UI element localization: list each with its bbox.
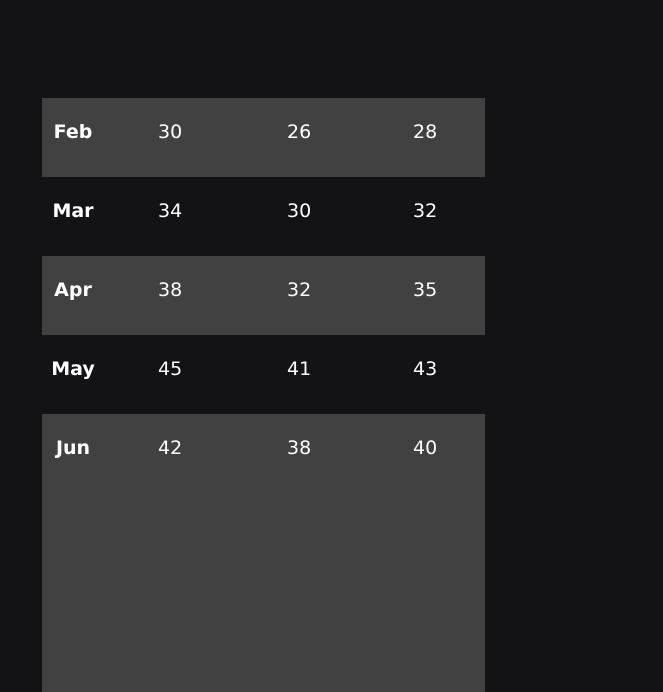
value-cell: 30 [287,200,312,222]
month-label: Jun [55,437,91,459]
value-cell: 42 [158,437,183,459]
table-row: May 45 41 43 [42,335,485,414]
value-cell: 35 [413,279,438,301]
month-label: Mar [52,200,94,222]
value-cell: 45 [158,358,183,380]
value-cell: 32 [413,200,438,222]
value-cell: 43 [413,358,438,380]
table-row: Apr 38 32 35 [42,256,485,335]
table-row: Jun 42 38 40 [42,414,485,692]
value-cell: 28 [413,121,438,143]
table-row: Mar 34 30 32 [42,177,485,256]
page: Feb 30 26 28 Mar 34 30 32 Apr 38 32 35 M… [0,0,663,692]
month-label: Apr [54,279,92,301]
value-cell: 41 [287,358,312,380]
value-cell: 30 [158,121,183,143]
value-cell: 38 [158,279,183,301]
value-cell: 26 [287,121,312,143]
value-cell: 32 [287,279,312,301]
value-cell: 34 [158,200,183,222]
value-cell: 40 [413,437,438,459]
month-label: Feb [53,121,93,143]
table-row: Feb 30 26 28 [42,98,485,177]
value-cell: 38 [287,437,312,459]
data-table: Feb 30 26 28 Mar 34 30 32 Apr 38 32 35 M… [42,98,485,692]
month-label: May [51,358,95,380]
